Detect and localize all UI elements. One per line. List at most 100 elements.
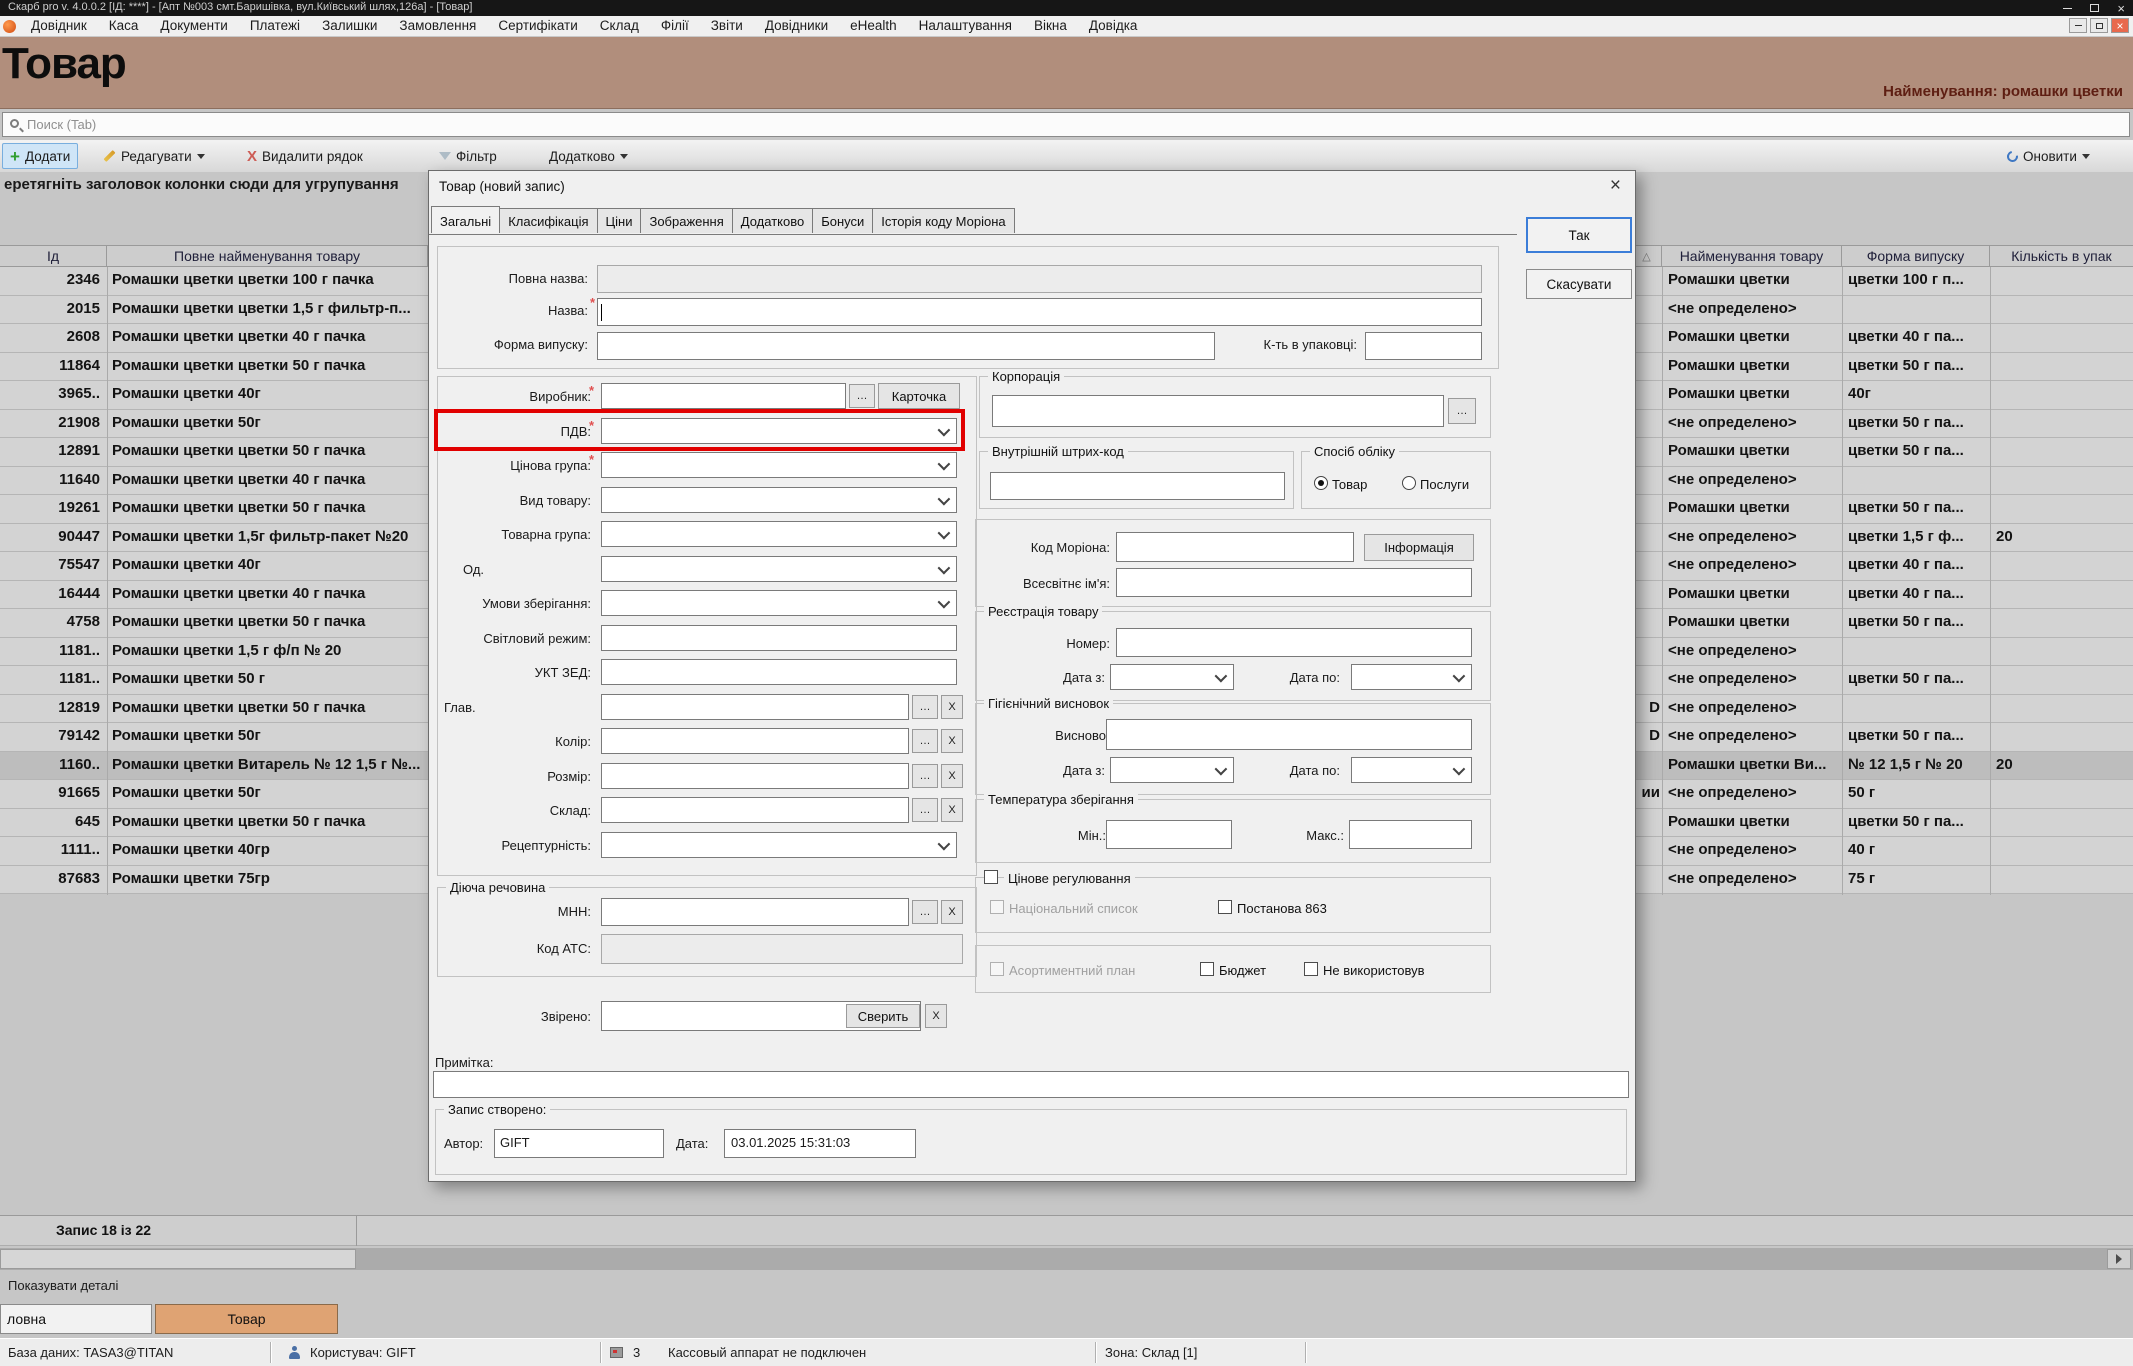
table-row[interactable]: ии <не определено> 50 г: [1632, 780, 2133, 809]
price-regulation-checkbox[interactable]: [984, 870, 998, 884]
mnn-field[interactable]: [601, 898, 909, 926]
horizontal-scrollbar[interactable]: [0, 1248, 2133, 1270]
table-row[interactable]: <не определено> цветки 50 г па...: [1632, 666, 2133, 695]
table-row[interactable]: Ромашки цветки цветки 40 г па...: [1632, 580, 2133, 609]
table-row[interactable]: 1181.. Ромашки цветки 1,5 г ф/п № 20: [0, 637, 428, 666]
temp-max-field[interactable]: [1349, 820, 1472, 849]
menu-item[interactable]: eHealth: [839, 16, 908, 36]
table-row[interactable]: Ромашки цветки цветки 50 г па...: [1632, 352, 2133, 381]
reg-date-to-combo[interactable]: [1351, 664, 1472, 690]
mdi-close-icon[interactable]: ×: [2111, 18, 2129, 33]
table-row[interactable]: 2608 Ромашки цветки цветки 40 г пачка: [0, 324, 428, 353]
table-row[interactable]: Ромашки цветки Ви... № 12 1,5 г № 20 20: [1632, 751, 2133, 780]
table-row[interactable]: <не определено> 40 г: [1632, 837, 2133, 866]
table-row[interactable]: 79142 Ромашки цветки 50г: [0, 723, 428, 752]
mnn-clear-button[interactable]: X: [941, 900, 963, 924]
table-row[interactable]: D <не определено>: [1632, 694, 2133, 723]
field-input[interactable]: [601, 763, 909, 789]
field-input[interactable]: [601, 694, 909, 720]
field-input[interactable]: [601, 728, 909, 754]
field-combo[interactable]: [601, 832, 957, 858]
clear-button[interactable]: X: [941, 695, 963, 719]
decree-863-checkbox[interactable]: [1218, 900, 1232, 914]
table-row[interactable]: <не определено> 75 г: [1632, 865, 2133, 894]
table-row[interactable]: 2346 Ромашки цветки цветки 100 г пачка: [0, 267, 428, 296]
radio-goods-label[interactable]: Товар: [1332, 477, 1367, 492]
table-row[interactable]: Ромашки цветки цветки 50 г па...: [1632, 495, 2133, 524]
refresh-button[interactable]: Оновити: [2000, 143, 2097, 169]
clear-button[interactable]: X: [941, 764, 963, 788]
producer-input[interactable]: [601, 383, 846, 409]
column-header-full-name[interactable]: Повне найменування товару: [107, 246, 428, 266]
table-row[interactable]: 91665 Ромашки цветки 50г: [0, 780, 428, 809]
table-row[interactable]: 19261 Ромашки цветки цветки 50 г пачка: [0, 495, 428, 524]
conclusion-field[interactable]: [1106, 719, 1472, 750]
table-row[interactable]: <не определено>: [1632, 295, 2133, 324]
column-header-name[interactable]: Найменування товару: [1662, 246, 1842, 266]
field-combo[interactable]: [601, 487, 957, 513]
radio-services-label[interactable]: Послуги: [1420, 477, 1469, 492]
menu-item[interactable]: Налаштування: [908, 16, 1023, 36]
table-row[interactable]: Ромашки цветки 40г: [1632, 381, 2133, 410]
field-input[interactable]: [601, 625, 957, 651]
table-row[interactable]: 87683 Ромашки цветки 75гр: [0, 865, 428, 894]
column-header-qty[interactable]: Кількість в упак: [1990, 246, 2133, 266]
info-button[interactable]: Інформація: [1364, 534, 1474, 561]
lookup-button[interactable]: …: [912, 764, 938, 788]
hyg-date-from-combo[interactable]: [1110, 757, 1234, 783]
table-row[interactable]: <не определено> цветки 1,5 г ф... 20: [1632, 523, 2133, 552]
scrollbar-thumb[interactable]: [0, 1249, 356, 1269]
menu-item[interactable]: Платежі: [239, 16, 311, 36]
verify-button[interactable]: Сверить: [846, 1004, 920, 1028]
mnn-lookup-button[interactable]: …: [912, 900, 938, 924]
table-row[interactable]: Ромашки цветки цветки 40 г па...: [1632, 324, 2133, 353]
lookup-button[interactable]: …: [912, 798, 938, 822]
barcode-field[interactable]: [990, 472, 1285, 500]
table-row[interactable]: 2015 Ромашки цветки цветки 1,5 г фильтр-п…: [0, 295, 428, 324]
field-input[interactable]: [601, 659, 957, 685]
price-regulation-label[interactable]: Цінове регулювання: [1004, 871, 1135, 886]
table-row[interactable]: 1160.. Ромашки цветки Витарель № 12 1,5 г…: [0, 751, 428, 780]
table-row[interactable]: 645 Ромашки цветки цветки 50 г пачка: [0, 808, 428, 837]
table-row[interactable]: <не определено>: [1632, 637, 2133, 666]
radio-services[interactable]: [1402, 476, 1416, 490]
table-row[interactable]: 1181.. Ромашки цветки 50 г: [0, 666, 428, 695]
add-button[interactable]: + Додати: [2, 143, 79, 169]
corporation-field[interactable]: [992, 395, 1444, 427]
note-field[interactable]: [433, 1071, 1629, 1098]
lookup-button[interactable]: …: [849, 384, 875, 408]
clear-button[interactable]: X: [941, 798, 963, 822]
filter-button[interactable]: Фільтр: [432, 143, 504, 169]
table-row[interactable]: 75547 Ромашки цветки 40г: [0, 552, 428, 581]
radio-goods[interactable]: [1314, 476, 1328, 490]
menu-item[interactable]: Сертифікати: [487, 16, 588, 36]
budget-checkbox[interactable]: [1200, 962, 1214, 976]
table-row[interactable]: D <не определено> цветки 50 г па...: [1632, 723, 2133, 752]
maximize-icon[interactable]: [2090, 4, 2100, 12]
lookup-button[interactable]: …: [912, 695, 938, 719]
table-row[interactable]: 21908 Ромашки цветки 50г: [0, 409, 428, 438]
column-header-id[interactable]: Ід: [0, 246, 107, 266]
table-row[interactable]: Ромашки цветки цветки 50 г па...: [1632, 438, 2133, 467]
scroll-right-icon[interactable]: [2107, 1249, 2131, 1269]
lookup-button[interactable]: …: [912, 729, 938, 753]
table-row[interactable]: <не определено>: [1632, 466, 2133, 495]
assortment-plan-checkbox[interactable]: [990, 962, 1004, 976]
corporation-lookup-button[interactable]: …: [1448, 398, 1476, 424]
menu-item[interactable]: Звіти: [700, 16, 754, 36]
hyg-date-to-combo[interactable]: [1351, 757, 1472, 783]
menu-item[interactable]: Довідка: [1078, 16, 1149, 36]
mdi-restore-icon[interactable]: [2090, 18, 2108, 33]
column-header-form[interactable]: Форма випуску: [1842, 246, 1990, 266]
morion-code-field[interactable]: [1116, 532, 1354, 562]
table-row[interactable]: <не определено> цветки 50 г па...: [1632, 409, 2133, 438]
search-input[interactable]: Поиск (Tab): [2, 112, 2130, 137]
more-button[interactable]: Додатково: [542, 143, 635, 169]
field-combo[interactable]: [601, 452, 957, 478]
not-used-label[interactable]: Не використовув: [1323, 963, 1425, 978]
date-field[interactable]: 03.01.2025 15:31:03: [724, 1129, 916, 1158]
menu-item[interactable]: Каса: [98, 16, 150, 36]
close-icon[interactable]: ×: [2117, 2, 2125, 15]
delete-row-button[interactable]: Х Видалити рядок: [240, 143, 370, 169]
reg-date-from-combo[interactable]: [1110, 664, 1234, 690]
